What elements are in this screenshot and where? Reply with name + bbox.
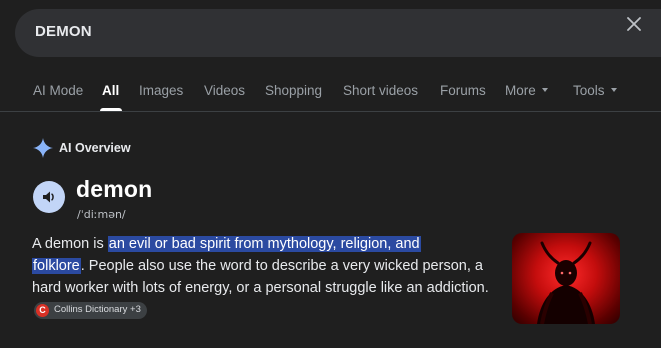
tab-more[interactable]: More: [505, 83, 548, 98]
search-tabs: AI Mode All Images Videos Shopping Short…: [0, 78, 661, 112]
pronunciation-button[interactable]: [33, 181, 65, 213]
definition-prefix: A demon is: [32, 236, 108, 252]
tab-ai-mode[interactable]: AI Mode: [33, 83, 83, 98]
phonetic-spelling: /ˈdiːmən/: [77, 208, 126, 221]
close-icon: [627, 17, 641, 31]
collins-logo-icon: C: [36, 303, 49, 317]
tab-more-label: More: [505, 83, 536, 98]
ai-overview-title: AI Overview: [59, 141, 131, 155]
active-tab-indicator: [100, 108, 122, 111]
definition-rest: . People also use the word to describe a…: [32, 258, 489, 296]
dictionary-word: demon: [76, 176, 153, 202]
tab-tools-label: Tools: [573, 83, 605, 98]
source-chip[interactable]: C Collins Dictionary +3: [34, 301, 147, 319]
speaker-icon: [43, 191, 54, 203]
search-bar[interactable]: DEMON: [15, 9, 661, 57]
ai-overview-header: AI Overview: [33, 138, 131, 158]
clear-search-button[interactable]: [622, 12, 646, 36]
definition-highlight: an evil or bad spirit from mythology, re…: [107, 236, 421, 252]
tab-short-videos[interactable]: Short videos: [343, 83, 418, 98]
sparkle-icon: [33, 138, 53, 158]
search-results-page: DEMON AI Mode All Images Videos Shopping…: [0, 0, 661, 348]
tab-shopping[interactable]: Shopping: [265, 83, 322, 98]
definition-text: A demon is an evil or bad spirit from my…: [32, 233, 492, 321]
tab-all[interactable]: All: [102, 83, 119, 98]
tab-images[interactable]: Images: [139, 83, 183, 98]
demon-figure-image: [537, 241, 595, 324]
source-label: Collins Dictionary +3: [54, 304, 141, 316]
tab-videos[interactable]: Videos: [204, 83, 245, 98]
chevron-down-icon: [610, 88, 617, 93]
demon-image-thumbnail[interactable]: [512, 233, 620, 324]
chevron-down-icon: [541, 88, 548, 93]
tab-tools[interactable]: Tools: [573, 83, 617, 98]
search-input[interactable]: DEMON: [35, 23, 92, 40]
tab-forums[interactable]: Forums: [440, 83, 486, 98]
definition-highlight-continued: folklore: [32, 258, 81, 274]
